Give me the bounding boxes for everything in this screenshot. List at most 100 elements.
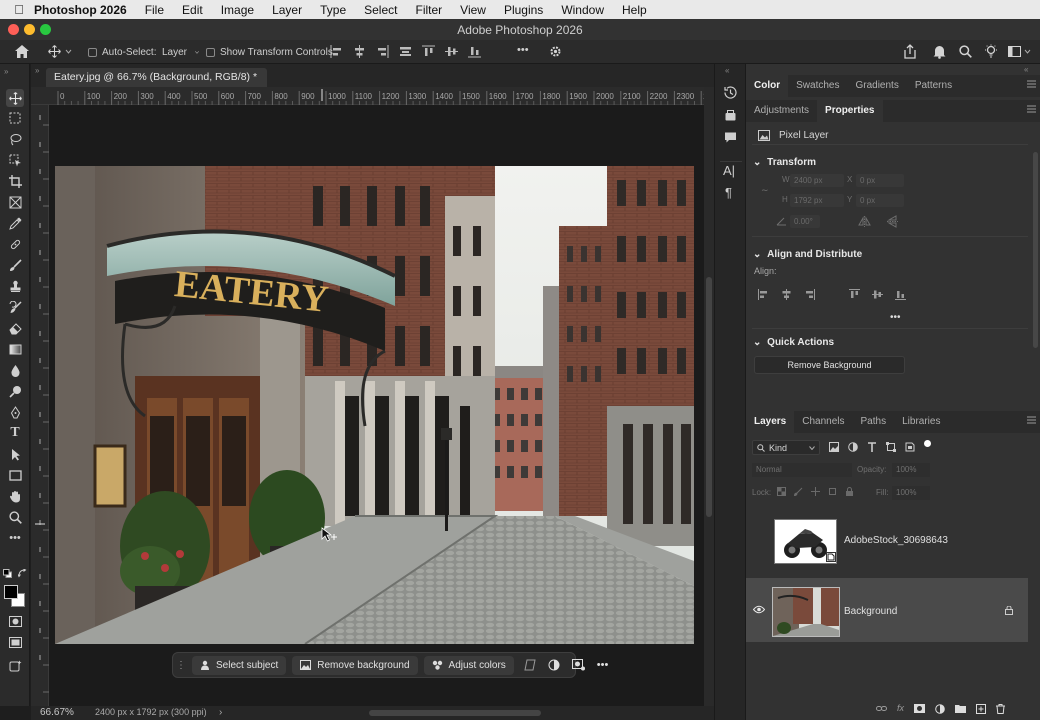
menu-window[interactable]: Window <box>552 3 613 17</box>
show-transform-checkbox-box[interactable] <box>206 48 215 57</box>
lock-artboard-icon[interactable] <box>828 487 837 496</box>
panel-align-middle-icon[interactable] <box>872 289 883 300</box>
panel-align-center-icon[interactable] <box>781 289 792 300</box>
frame-tool-icon[interactable] <box>6 193 24 211</box>
align-left-edges-icon[interactable] <box>330 45 343 58</box>
link-dimensions-icon[interactable]: ∼ <box>761 185 769 196</box>
layer-row-adobestock[interactable]: AdobeStock_30698643 <box>746 510 1028 574</box>
tab-gradients[interactable]: Gradients <box>847 75 906 97</box>
menu-select[interactable]: Select <box>355 3 406 17</box>
properties-panel-menu-icon[interactable] <box>1027 105 1036 113</box>
panel-align-left-icon[interactable] <box>758 289 769 300</box>
status-menu-chevron-icon[interactable]: › <box>219 707 222 718</box>
tab-libraries[interactable]: Libraries <box>894 411 948 433</box>
tab-properties[interactable]: Properties <box>817 100 883 122</box>
fx-icon[interactable]: fx <box>897 704 904 714</box>
lock-transparency-icon[interactable] <box>777 487 786 496</box>
screen-mode-icon[interactable] <box>6 633 24 651</box>
properties-scrollbar[interactable] <box>1033 152 1038 348</box>
discover-lightbulb-icon[interactable] <box>984 44 998 59</box>
zoom-window-button[interactable] <box>40 24 51 35</box>
link-layers-icon[interactable] <box>876 704 887 713</box>
menu-edit[interactable]: Edit <box>173 3 212 17</box>
remove-background-quick-action[interactable]: Remove Background <box>754 356 905 374</box>
layers-panel-menu-icon[interactable] <box>1027 416 1036 424</box>
zoom-tool-icon[interactable] <box>6 508 24 526</box>
path-selection-tool-icon[interactable] <box>6 445 24 463</box>
menu-plugins[interactable]: Plugins <box>495 3 552 17</box>
marquee-tool-icon[interactable] <box>6 109 24 127</box>
align-top-edges-icon[interactable] <box>422 45 435 58</box>
zoom-level[interactable]: 66.67% <box>40 707 74 718</box>
apple-menu-icon[interactable]:  <box>0 2 30 17</box>
more-actions-button[interactable]: ••• <box>597 659 609 671</box>
collapse-right-panels-icon[interactable]: « <box>1024 65 1028 74</box>
menu-view[interactable]: View <box>451 3 495 17</box>
fill-field[interactable]: 100% <box>892 486 930 500</box>
height-field[interactable]: 1792 px <box>790 194 844 207</box>
collapse-dock-icon[interactable]: « <box>725 66 729 75</box>
align-bottom-edges-icon[interactable] <box>468 45 481 58</box>
collapse-panels-icon[interactable]: » <box>35 66 39 75</box>
generative-ai-icon[interactable] <box>6 657 24 675</box>
dodge-tool-icon[interactable] <box>6 382 24 400</box>
adjust-colors-button[interactable]: Adjust colors <box>423 655 514 675</box>
quick-actions-section-header[interactable]: ⌄ Quick Actions <box>753 337 834 348</box>
tab-channels[interactable]: Channels <box>794 411 852 433</box>
crop-tool-icon[interactable] <box>6 172 24 190</box>
new-adjustment-layer-icon[interactable] <box>935 704 945 714</box>
eatery-street-photo[interactable]: EATERY <box>55 166 694 644</box>
show-transform-controls-checkbox[interactable]: Show Transform Controls <box>206 47 333 58</box>
close-window-button[interactable] <box>8 24 19 35</box>
clone-stamp-tool-icon[interactable] <box>6 277 24 295</box>
menu-filter[interactable]: Filter <box>406 3 451 17</box>
collapse-toolbar-icon[interactable]: » <box>4 67 8 76</box>
document-tab[interactable]: Eatery.jpg @ 66.7% (Background, RGB/8) * <box>46 68 268 87</box>
lasso-tool-icon[interactable] <box>6 130 24 148</box>
visibility-eye-icon[interactable] <box>753 605 765 614</box>
menu-type[interactable]: Type <box>311 3 355 17</box>
filter-adjustment-icon[interactable] <box>848 442 858 452</box>
workspace-layout-icon[interactable] <box>1008 45 1032 58</box>
more-options-button[interactable]: ••• <box>517 44 529 56</box>
actions-icon[interactable] <box>724 109 737 122</box>
new-layer-icon[interactable] <box>976 704 987 714</box>
hand-tool-icon[interactable] <box>6 487 24 505</box>
align-horizontal-centers-icon[interactable] <box>353 45 366 58</box>
document-info[interactable]: 2400 px x 1792 px (300 ppi) <box>95 707 207 717</box>
paragraph-panel-icon[interactable]: ¶ <box>725 185 732 200</box>
search-icon[interactable] <box>959 45 972 58</box>
layer-name[interactable]: Background <box>844 606 897 617</box>
brush-tool-icon[interactable] <box>6 256 24 274</box>
quick-mask-icon[interactable] <box>6 612 24 630</box>
menu-image[interactable]: Image <box>212 3 263 17</box>
color-panel-menu-icon[interactable] <box>1027 80 1036 88</box>
layer-name[interactable]: AdobeStock_30698643 <box>844 535 948 546</box>
lock-position-icon[interactable] <box>811 487 820 496</box>
filter-type-icon[interactable] <box>867 442 877 452</box>
rectangle-tool-icon[interactable] <box>6 466 24 484</box>
foreground-color-swatch[interactable] <box>4 585 18 599</box>
transform-icon[interactable] <box>524 659 536 671</box>
new-group-icon[interactable] <box>955 704 967 713</box>
blend-mode-dropdown[interactable]: Normal <box>752 463 852 477</box>
horizontal-scrollbar-thumb[interactable] <box>369 710 541 716</box>
canvas-area[interactable]: EATERY <box>49 105 704 706</box>
opacity-field[interactable]: 100% <box>892 463 930 477</box>
angle-field[interactable]: 0.00° <box>790 215 820 228</box>
width-field[interactable]: 2400 px <box>790 174 844 187</box>
tab-patterns[interactable]: Patterns <box>907 75 960 97</box>
minimize-window-button[interactable] <box>24 24 35 35</box>
panel-align-bottom-icon[interactable] <box>895 289 906 300</box>
panel-align-right-icon[interactable] <box>804 289 815 300</box>
layer-filter-dropdown[interactable]: Kind <box>752 440 820 455</box>
filter-shape-icon[interactable] <box>886 442 896 452</box>
home-icon[interactable] <box>14 44 30 59</box>
default-colors-icon[interactable] <box>3 569 12 578</box>
adjustment-layer-icon[interactable] <box>548 659 560 671</box>
tab-paths[interactable]: Paths <box>853 411 895 433</box>
tab-swatches[interactable]: Swatches <box>788 75 847 97</box>
align-right-edges-icon[interactable] <box>376 45 389 58</box>
lock-all-icon[interactable] <box>845 487 854 496</box>
eraser-tool-icon[interactable] <box>6 319 24 337</box>
